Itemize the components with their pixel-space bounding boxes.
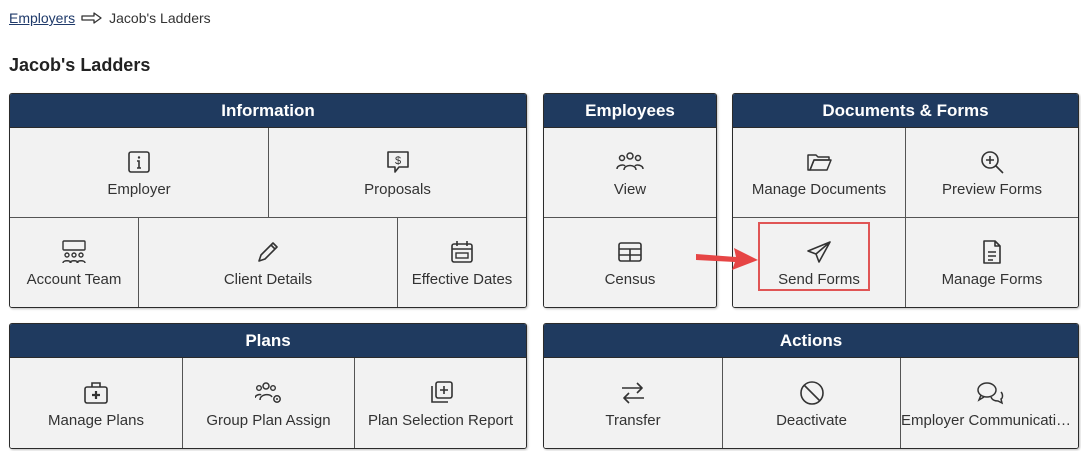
- pointer-arrow-icon: [696, 248, 758, 270]
- transfer-button[interactable]: Transfer: [544, 358, 722, 448]
- page-title: Jacob's Ladders: [9, 55, 151, 75]
- breadcrumb-current: Jacob's Ladders: [109, 10, 211, 26]
- employer-button[interactable]: Employer: [10, 128, 268, 217]
- actions-header: Actions: [544, 324, 1078, 358]
- census-label: Census: [604, 271, 656, 288]
- effective-dates-button[interactable]: Effective Dates: [397, 217, 526, 307]
- client-details-label: Client Details: [223, 271, 313, 288]
- plan-selection-report-button[interactable]: Plan Selection Report: [354, 358, 526, 448]
- calendar-icon: [447, 237, 477, 267]
- deactivate-label: Deactivate: [776, 411, 847, 429]
- svg-text:$: $: [394, 155, 400, 167]
- employer-label: Employer: [107, 181, 171, 198]
- stacked-plus-icon: [426, 378, 456, 408]
- transfer-arrows-icon: [618, 378, 648, 408]
- information-header: Information: [10, 94, 526, 128]
- account-team-label: Account Team: [26, 271, 122, 288]
- breadcrumb-employers-link[interactable]: Employers: [9, 10, 75, 26]
- manage-plans-button[interactable]: Manage Plans: [10, 358, 182, 448]
- view-label: View: [613, 181, 647, 198]
- employer-communications-label: Employer Communications: [901, 411, 1079, 429]
- document-icon: [977, 237, 1007, 267]
- paper-plane-icon: [804, 237, 834, 267]
- arrow-right-icon: [81, 12, 103, 24]
- account-team-button[interactable]: Account Team: [10, 217, 138, 307]
- plans-panel: Plans Manage Plans Group Plan Assign Pla…: [9, 323, 527, 449]
- manage-forms-button[interactable]: Manage Forms: [905, 217, 1078, 307]
- chat-bubbles-icon: [975, 378, 1005, 408]
- table-icon: [615, 237, 645, 267]
- ban-icon: [797, 378, 827, 408]
- manage-plans-label: Manage Plans: [48, 411, 144, 429]
- send-forms-label: Send Forms: [778, 271, 860, 288]
- zoom-in-icon: [977, 147, 1007, 177]
- group-plan-assign-button[interactable]: Group Plan Assign: [182, 358, 354, 448]
- plan-selection-report-label: Plan Selection Report: [367, 411, 514, 429]
- census-button[interactable]: Census: [544, 217, 716, 307]
- folder-icon: [804, 147, 834, 177]
- team-icon: [59, 237, 89, 267]
- manage-documents-label: Manage Documents: [751, 181, 887, 198]
- deactivate-button[interactable]: Deactivate: [722, 358, 900, 448]
- dollar-message-icon: $: [383, 147, 413, 177]
- actions-panel: Actions Transfer Deactivate Employer Com…: [543, 323, 1079, 449]
- breadcrumb: Employers Jacob's Ladders: [9, 10, 211, 26]
- information-panel: Information Employer $ Proposals Account…: [9, 93, 527, 308]
- effective-dates-label: Effective Dates: [411, 271, 513, 288]
- plans-header: Plans: [10, 324, 526, 358]
- proposals-label: Proposals: [364, 181, 431, 198]
- group-plan-assign-label: Group Plan Assign: [206, 411, 331, 429]
- people-icon: [615, 147, 645, 177]
- preview-forms-label: Preview Forms: [941, 181, 1042, 198]
- transfer-label: Transfer: [605, 411, 661, 429]
- group-settings-icon: [254, 378, 284, 408]
- preview-forms-button[interactable]: Preview Forms: [905, 128, 1078, 217]
- manage-forms-label: Manage Forms: [941, 271, 1043, 288]
- manage-documents-button[interactable]: Manage Documents: [733, 128, 905, 217]
- employer-communications-button[interactable]: Employer Communications: [900, 358, 1078, 448]
- info-icon: [124, 147, 154, 177]
- employees-panel: Employees View Census: [543, 93, 717, 308]
- pencil-icon: [253, 237, 283, 267]
- view-employees-button[interactable]: View: [544, 128, 716, 217]
- medical-kit-icon: [81, 378, 111, 408]
- proposals-button[interactable]: $ Proposals: [268, 128, 526, 217]
- client-details-button[interactable]: Client Details: [138, 217, 397, 307]
- documents-forms-header: Documents & Forms: [733, 94, 1078, 128]
- documents-forms-panel: Documents & Forms Manage Documents Previ…: [732, 93, 1079, 308]
- employees-header: Employees: [544, 94, 716, 128]
